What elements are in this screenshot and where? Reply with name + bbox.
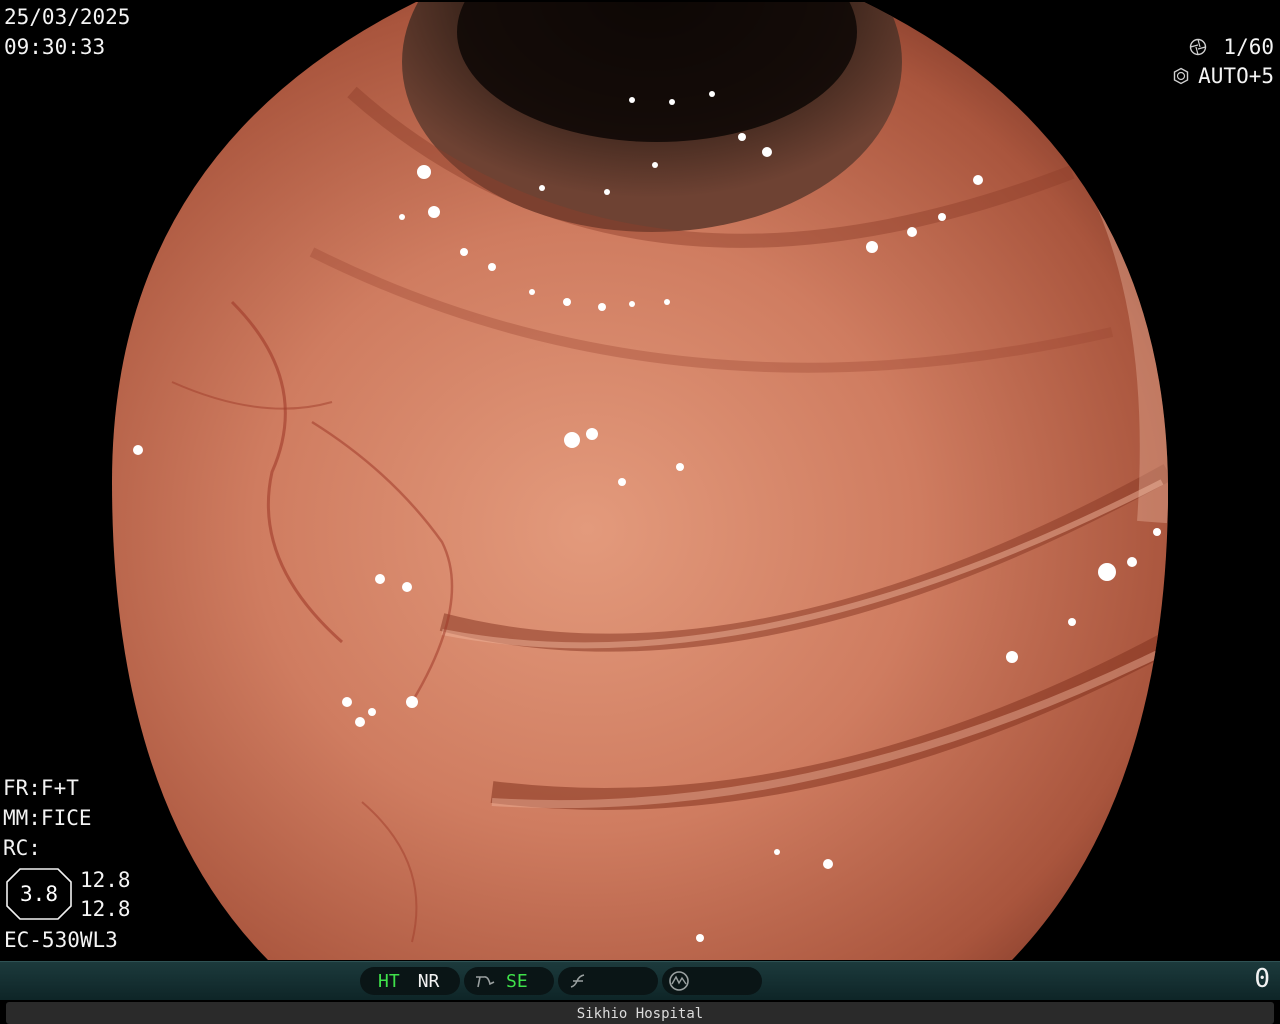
fr-setting: FR:F+T xyxy=(3,776,79,800)
shutter-icon xyxy=(1189,38,1207,56)
se-label: SE xyxy=(506,970,528,992)
zoom-badge: 3.8 xyxy=(6,868,72,920)
ht-label: HT xyxy=(378,970,400,992)
hospital-name: Sikhio Hospital xyxy=(576,1006,704,1022)
rc-setting: RC: xyxy=(3,836,41,860)
date-readout: 25/03/2025 xyxy=(4,5,131,29)
nr-label: NR xyxy=(417,970,440,992)
se-indicator: SE xyxy=(464,967,554,995)
shutter-readout: 1/60 xyxy=(1189,33,1274,61)
iris-mode-value: AUTO+5 xyxy=(1198,64,1274,88)
iris-readout: AUTO+5 xyxy=(1172,62,1274,90)
endoscopic-image xyxy=(112,2,1168,960)
image-counter: 0 xyxy=(1254,964,1270,994)
zoom-value: 3.8 xyxy=(20,882,58,906)
setting-value-1: 12.8 xyxy=(80,868,131,892)
endoscopy-monitor: 25/03/2025 09:30:33 1/60 AUTO+5 FR:F+T M… xyxy=(0,0,1280,1024)
color-enhancement-icon xyxy=(568,972,588,990)
shutter-value: 1/60 xyxy=(1223,35,1274,59)
mode-icon xyxy=(668,970,690,992)
scope-model: EC-530WL3 xyxy=(4,928,118,952)
iris-icon xyxy=(1172,67,1190,85)
color-indicator xyxy=(558,967,658,995)
time-readout: 09:30:33 xyxy=(4,35,106,59)
ht-nr-indicator: HT NR xyxy=(360,967,460,995)
setting-value-2: 12.8 xyxy=(80,897,131,921)
mm-setting: MM:FICE xyxy=(3,806,92,830)
hospital-bar: Sikhio Hospital xyxy=(6,1002,1274,1024)
mode-indicator xyxy=(662,967,762,995)
structure-enhancement-icon xyxy=(474,972,496,990)
status-bar: HT NR SE 0 xyxy=(0,961,1280,1000)
